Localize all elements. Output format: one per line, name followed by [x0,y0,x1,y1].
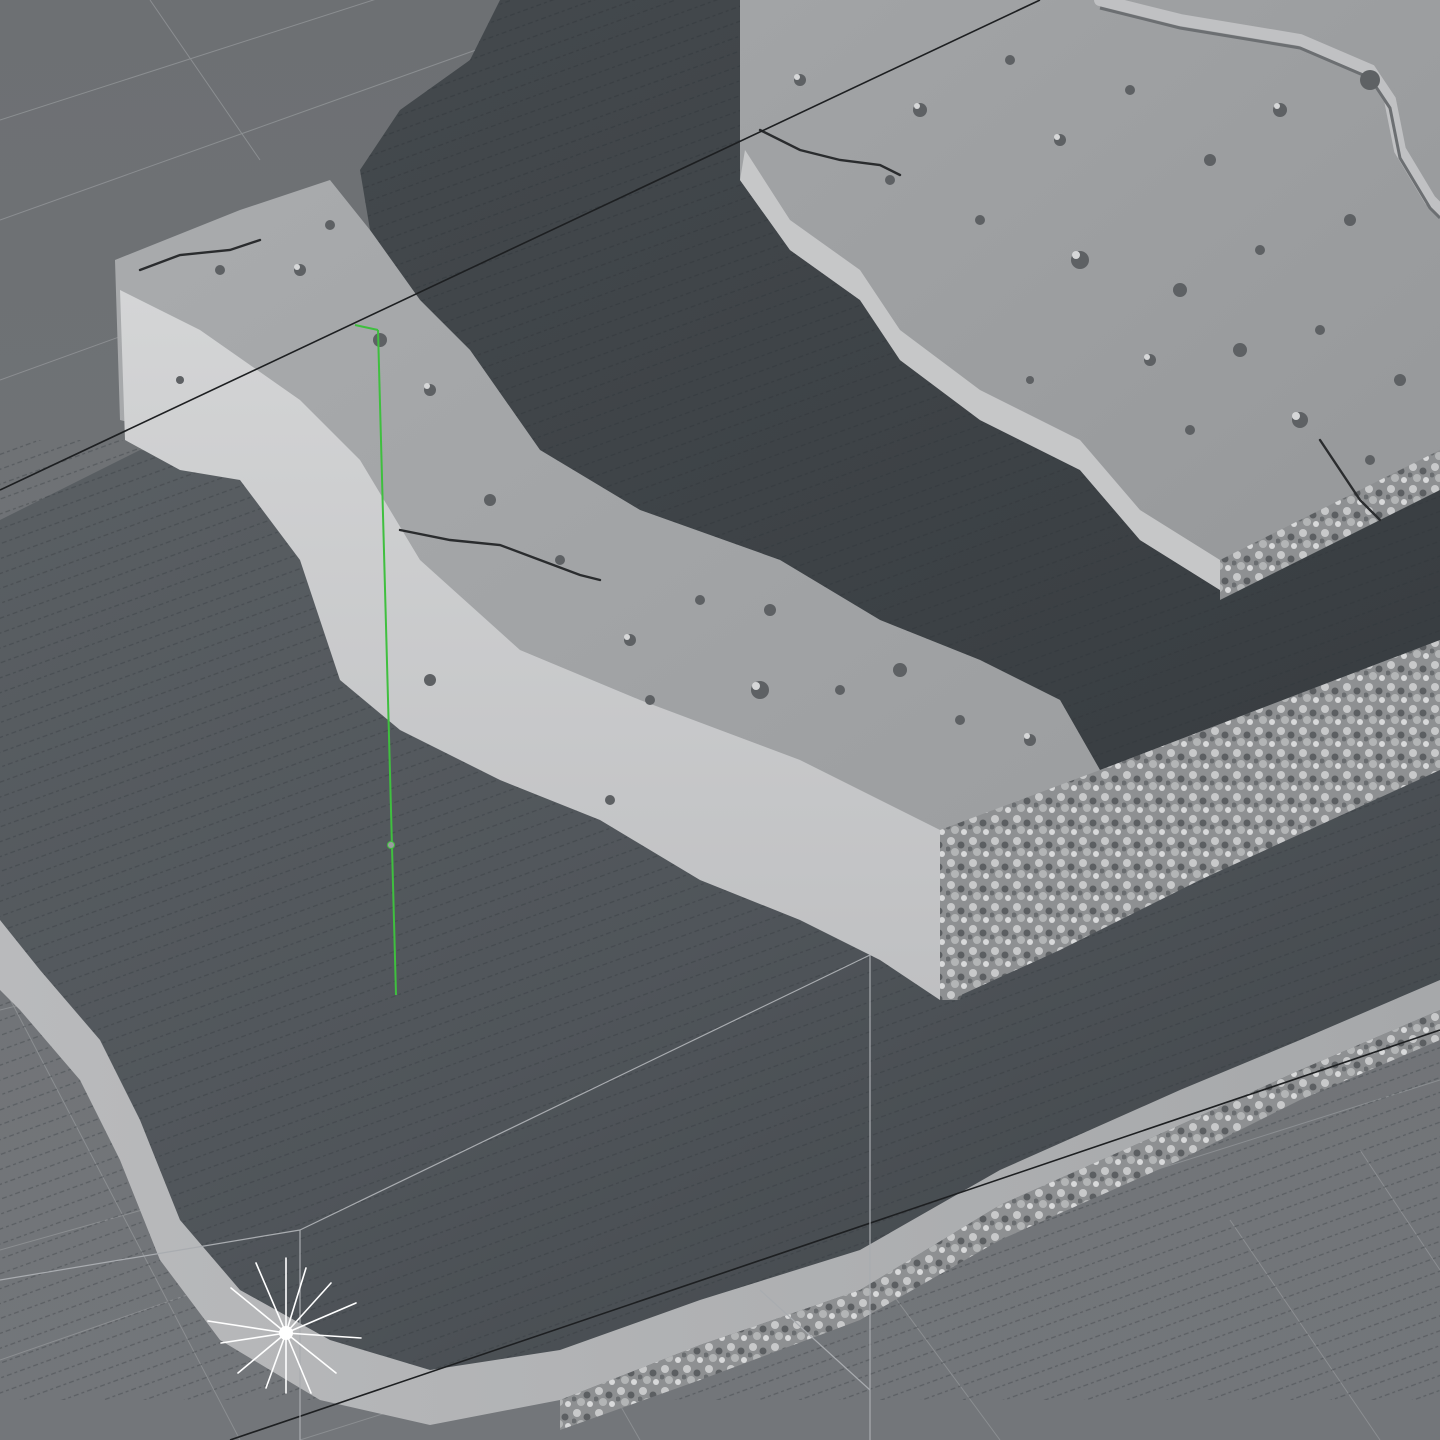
viewport-canvas[interactable] [0,0,1440,1440]
3d-viewport[interactable] [0,0,1440,1440]
